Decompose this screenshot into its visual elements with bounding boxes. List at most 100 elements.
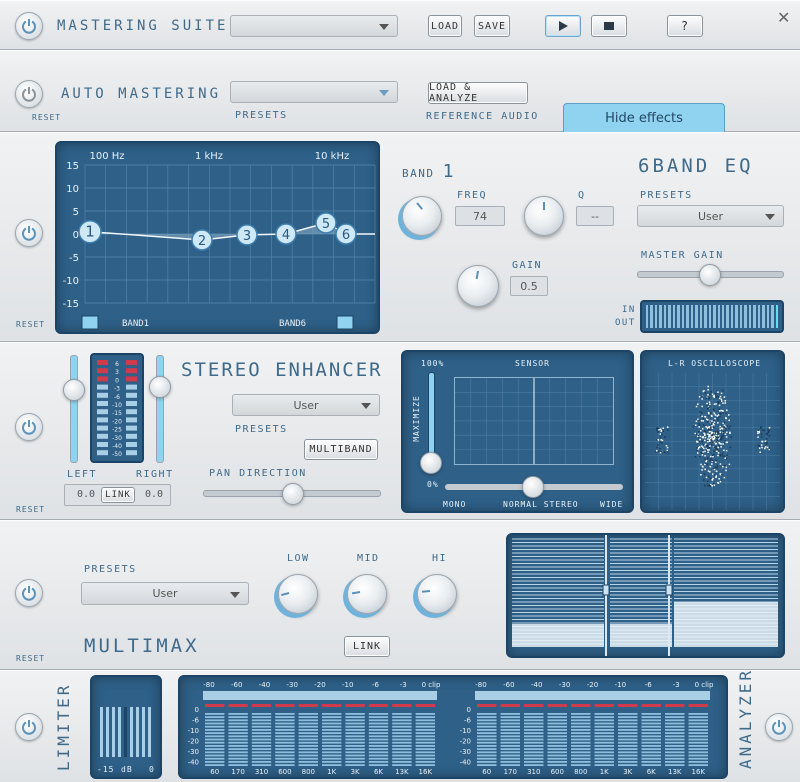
analyzer-bar-seg [500,757,520,760]
sensor-plot [454,377,614,465]
analyzer-bar-seg [298,745,318,747]
freq-label: FREQ [457,190,488,201]
osc-point [705,476,708,479]
analyzer-peak-clip [205,704,225,707]
header-preset-dropdown[interactable] [230,15,398,37]
main-power-button[interactable] [15,12,43,40]
analyzer-top-tick: -10 [342,681,353,689]
left-slider-track[interactable] [70,355,78,463]
analyzer-bar-seg [477,754,497,757]
osc-point [765,442,768,444]
analyzer-bar-seg [415,738,435,741]
eq-band1-label: BAND1 [122,319,149,329]
eq-freq-label: 10 kHz [315,151,349,162]
analyzer-bar-seg [228,745,248,747]
help-button[interactable]: ? [667,15,703,37]
analyzer-top-tick: -30 [559,681,570,689]
multimax-reset[interactable]: RESET [16,654,45,663]
auto-mastering-reset[interactable]: RESET [32,113,61,122]
osc-point [710,439,712,442]
analyzer-display: -80 -60 -40 -30 -20 -10 -6 -3 0 clip 0 -6 -10 -20 -30… [178,675,728,779]
left-slider-thumb[interactable] [63,379,85,401]
right-value[interactable]: 0.0 [145,489,163,500]
play-button[interactable] [545,15,581,37]
analyzer-freq-label: 3K [623,768,632,776]
analyzer-bar-seg [641,716,661,718]
analyzer-bar-seg [392,738,412,741]
analyzer-bar-seg [500,764,520,766]
osc-point [658,447,661,450]
osc-point [704,392,707,394]
freq-value[interactable]: 74 [455,206,505,226]
maximize-slider-thumb[interactable] [420,452,442,474]
osc-point [657,444,659,446]
knob-indicator [281,592,290,597]
width-slider-thumb[interactable] [522,476,544,498]
gain-value[interactable]: 0.5 [510,276,548,296]
osc-point [724,429,727,432]
stereo-presets-dropdown[interactable]: User [232,394,380,416]
auto-mastering-presets-dropdown[interactable] [230,81,398,103]
mid-knob[interactable] [347,574,387,614]
analyzer-bar-seg [500,751,520,754]
analyzer-bar-seg [275,751,295,754]
save-button[interactable]: SAVE [474,15,510,37]
osc-point [711,473,714,475]
right-slider-track[interactable] [156,355,164,463]
stereo-power-button[interactable] [15,413,43,441]
osc-point [706,480,709,483]
analyzer-bar-seg [368,722,389,725]
multimax-presets-dropdown[interactable]: User [81,582,249,605]
freq-knob[interactable] [402,196,442,236]
stop-button[interactable] [591,15,627,37]
hide-effects-tab[interactable]: Hide effects [563,103,725,133]
analyzer-bar-seg [571,738,591,741]
load-button[interactable]: LOAD [428,15,462,37]
eq-power-button[interactable] [15,219,43,247]
stereo-meter-tick: -3 [114,386,120,393]
osc-point [715,393,717,395]
eq-reset[interactable]: RESET [16,320,45,329]
analyzer-bar-seg [415,722,435,725]
analyzer-peak-clip [415,704,435,707]
osc-point [718,408,721,410]
osc-point [768,426,771,429]
analyzer-freq-label: 6K [374,768,383,776]
pan-slider-thumb[interactable] [282,483,304,505]
close-icon[interactable]: ✕ [777,8,790,27]
osc-point [760,444,763,446]
stereo-link-button[interactable]: LINK [101,487,135,503]
osc-point [711,432,714,434]
limiter-power-button[interactable] [15,713,43,741]
q-knob[interactable] [524,196,564,236]
analyzer-bar-seg [500,741,520,744]
analyzer-bar-seg [665,732,685,734]
osc-point [768,448,771,451]
auto-mastering-power-button[interactable] [15,80,43,108]
load-analyze-button[interactable]: LOAD & ANALYZE [428,82,528,104]
eq-presets-dropdown[interactable]: User [637,205,784,227]
left-value[interactable]: 0.0 [77,489,95,500]
master-gain-slider-thumb[interactable] [699,264,721,286]
maximize-slider-track[interactable] [428,372,435,464]
multiband-button[interactable]: MULTIBAND [304,439,378,460]
osc-point [711,393,714,396]
eq-graph[interactable]: 15 10 5 0 -5 -10 -15 100 Hz 1 kHz 10 kHz 1 2 3 4 5 6 BAN… [55,141,380,334]
low-knob[interactable] [278,574,318,614]
analyzer-bar-seg [205,719,225,722]
hi-knob[interactable] [417,574,457,614]
multimax-power-button[interactable] [15,579,43,607]
right-slider-thumb[interactable] [149,376,171,398]
limiter-meter-bar [130,707,133,757]
analyzer-power-button[interactable] [765,713,793,741]
multimax-link-button[interactable]: LINK [344,636,390,657]
osc-point [704,458,706,460]
q-value[interactable]: -- [576,206,614,226]
gain-knob[interactable] [457,265,499,307]
analyzer-bar-seg [477,735,497,738]
stereo-reset[interactable]: RESET [16,505,45,514]
chevron-down-icon [765,214,775,220]
analyzer-bar-seg [205,761,225,763]
analyzer-bar-seg [415,754,435,757]
analyzer-bar-seg [345,732,365,734]
